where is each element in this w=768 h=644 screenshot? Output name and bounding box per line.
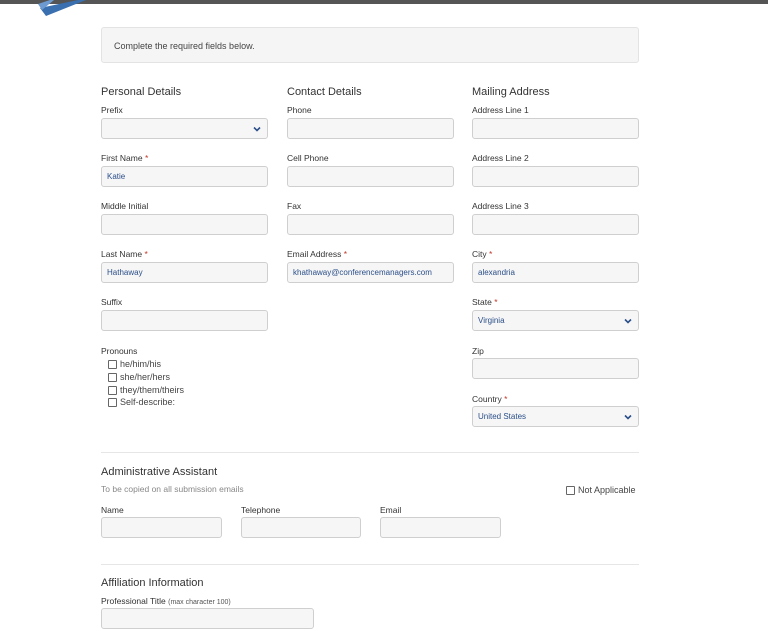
assistant-telephone-field[interactable]	[241, 517, 361, 538]
zip-label: Zip	[472, 346, 484, 356]
professional-title-label: Professional Title (max character 100)	[101, 596, 231, 606]
last-name-field[interactable]: Hathaway	[101, 262, 268, 283]
logo-icon	[38, 0, 86, 16]
suffix-field[interactable]	[101, 310, 268, 331]
chevron-down-icon	[624, 318, 632, 324]
phone-field[interactable]	[287, 118, 454, 139]
city-label: City *	[472, 249, 493, 259]
contact-details-heading: Contact Details	[287, 86, 362, 98]
country-select[interactable]: United States	[472, 406, 639, 427]
checkbox[interactable]	[108, 386, 117, 395]
prefix-label: Prefix	[101, 105, 123, 115]
first-name-field[interactable]: Katie	[101, 166, 268, 187]
checkbox[interactable]	[108, 373, 117, 382]
instructions-notice: Complete the required fields below.	[101, 27, 639, 63]
middle-initial-label: Middle Initial	[101, 201, 149, 211]
mailing-address-heading: Mailing Address	[472, 86, 550, 98]
fax-field[interactable]	[287, 214, 454, 235]
state-value: Virginia	[478, 316, 505, 325]
address-line-1-label: Address Line 1	[472, 105, 529, 115]
professional-title-field[interactable]	[101, 608, 314, 629]
cell-phone-field[interactable]	[287, 166, 454, 187]
fax-label: Fax	[287, 201, 302, 211]
suffix-label: Suffix	[101, 297, 123, 307]
city-field[interactable]: alexandria	[472, 262, 639, 283]
checkbox[interactable]	[108, 360, 117, 369]
email-address-field[interactable]: khathaway@conferencemanagers.com	[287, 262, 454, 283]
address-line-2-label: Address Line 2	[472, 153, 529, 163]
affiliation-information-heading: Affiliation Information	[101, 577, 204, 589]
assistant-email-label: Email	[380, 505, 402, 515]
top-bar	[0, 0, 768, 4]
checkbox[interactable]	[108, 398, 117, 407]
divider	[101, 452, 639, 453]
address-line-3-label: Address Line 3	[472, 201, 529, 211]
address-line-1-field[interactable]	[472, 118, 639, 139]
first-name-label: First Name *	[101, 153, 149, 163]
country-value: United States	[478, 412, 527, 421]
assistant-name-label: Name	[101, 505, 124, 515]
pronouns-label: Pronouns	[101, 346, 138, 356]
middle-initial-field[interactable]	[101, 214, 268, 235]
divider	[101, 564, 639, 565]
cell-phone-label: Cell Phone	[287, 153, 329, 163]
chevron-down-icon	[253, 126, 261, 132]
country-label: Country *	[472, 394, 508, 404]
address-line-2-field[interactable]	[472, 166, 639, 187]
checkbox[interactable]	[566, 486, 575, 495]
administrative-assistant-heading: Administrative Assistant	[101, 466, 218, 478]
assistant-name-field[interactable]	[101, 517, 222, 538]
assistant-help-text: To be copied on all submission emails	[101, 484, 244, 494]
last-name-label: Last Name *	[101, 249, 148, 259]
assistant-telephone-label: Telephone	[241, 505, 281, 515]
address-line-3-field[interactable]	[472, 214, 639, 235]
personal-details-heading: Personal Details	[101, 86, 182, 98]
chevron-down-icon	[624, 414, 632, 420]
phone-label: Phone	[287, 105, 312, 115]
state-label: State *	[472, 297, 498, 307]
zip-field[interactable]	[472, 358, 639, 379]
assistant-email-field[interactable]	[380, 517, 501, 538]
state-select[interactable]: Virginia	[472, 310, 639, 331]
email-address-label: Email Address *	[287, 249, 348, 259]
prefix-select[interactable]	[101, 118, 268, 139]
